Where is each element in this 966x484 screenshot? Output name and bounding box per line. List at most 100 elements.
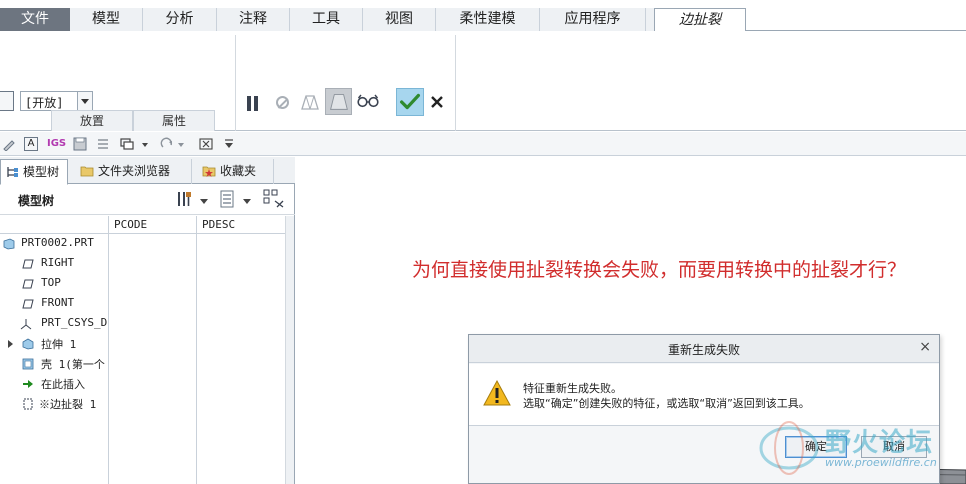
settings-tools-icon[interactable] [175,190,193,208]
question-annotation: 为何直接使用扯裂转换会失败，而要用转换中的扯裂才行？ [412,259,907,281]
column-header-pcode[interactable]: PCODE [114,218,147,231]
dialog-message-line1: 特征重新生成失败。 [523,382,622,395]
save-icon[interactable] [73,137,87,151]
dialog-title: 重新生成失败 [667,343,740,357]
navigator-tabs: 模型树 文件夹浏览器 收藏夹 [0,157,295,185]
dialog-titlebar[interactable]: 重新生成失败 × [469,335,939,363]
edge-rip-icon [23,398,33,410]
tree-item-extrude[interactable]: 拉伸 1 [0,334,108,354]
watermark-url: www.proewildfire.cn [825,456,937,469]
shell-icon [22,358,34,370]
tree-scrollbar[interactable] [285,216,294,484]
tab-view[interactable]: 视图 [363,8,436,31]
tree-item-label: TOP [41,276,61,289]
part-icon [3,238,15,250]
column-header-pdesc[interactable]: PDESC [202,218,235,231]
favorites-icon [202,166,216,177]
expand-arrow-icon[interactable] [5,338,17,350]
tree-item-insert-here[interactable]: 在此插入 [0,374,108,394]
column-divider[interactable] [196,216,197,484]
tab-folder-browser[interactable]: 文件夹浏览器 [76,159,192,184]
quick-access-toolbar: A IGS [0,132,966,156]
dialog-close-button[interactable]: × [919,339,931,355]
feature-preview-shape-icon [330,94,348,110]
tab-model[interactable]: 模型 [70,8,143,31]
tree-item-label: ※边扯裂 1 [39,398,97,411]
placement-tab[interactable]: 放置 [51,110,133,131]
customize-icon[interactable] [223,137,235,151]
tree-item-csys[interactable]: PRT_CSYS_DEF [0,314,108,334]
dialog-message-line2: 选取“确定”创建失败的特征，或选取“取消”返回到该工具。 [523,397,810,410]
cancel-feature-button[interactable] [429,91,445,111]
tab-annotate[interactable]: 注释 [217,8,290,31]
tab-analysis[interactable]: 分析 [143,8,217,31]
insert-here-icon [23,380,33,388]
tab-applications[interactable]: 应用程序 [540,8,646,31]
watermark-brand: 野火论坛 [825,428,934,458]
tab-flexible-modeling[interactable]: 柔性建模 [436,8,540,31]
folder-icon [80,166,94,177]
ribbon-panel: [开放] 放置 属性 [0,31,966,131]
text-icon[interactable]: A [24,137,38,151]
model-tree-icon [7,167,18,177]
chevron-down-icon[interactable] [200,194,208,204]
chevron-down-shape-icon [243,199,251,204]
close-icon [431,96,443,108]
ribbon-tab-bar: 文件 模型 分析 注释 工具 视图 柔性建模 应用程序 边扯裂 [0,0,966,32]
geometry-preview-icon[interactable] [300,93,320,111]
edge-select-button[interactable] [0,91,14,111]
verify-glasses-icon[interactable] [357,94,379,108]
close-window-icon[interactable] [199,137,213,151]
tree-item-edge-rip[interactable]: ※边扯裂 1 [0,394,108,414]
tree-item-part[interactable]: PRT0002.PRT [0,234,108,254]
forum-watermark: 野火论坛 www.proewildfire.cn [755,420,966,484]
chevron-down-icon[interactable] [243,194,251,204]
chevron-down-icon[interactable] [141,137,149,151]
tree-item-front[interactable]: FRONT [0,294,108,314]
group-divider [455,35,456,131]
regenerate-icon[interactable] [2,137,16,151]
model-tree-header: 模型树 [0,185,295,215]
tree-item-label: 拉伸 1 [41,338,77,351]
extrude-icon [22,338,34,350]
tab-favorites-label: 收藏夹 [220,164,257,178]
tab-edge-rip[interactable]: 边扯裂 [654,8,746,32]
properties-tab[interactable]: 属性 [133,110,215,131]
chevron-down-shape-icon [142,143,148,147]
chevron-down-icon[interactable] [77,92,92,110]
csys-icon [20,319,32,330]
igs-icon[interactable]: IGS [47,137,67,151]
checkmark-icon [400,93,420,110]
tab-model-tree-label: 模型树 [23,165,60,179]
tab-favorites[interactable]: 收藏夹 [198,159,274,184]
customize-arrow-icon [225,139,233,148]
tree-item-label: 在此插入 [41,378,85,391]
tree-columns-icon[interactable] [263,189,285,209]
tree-item-label: PRT0002.PRT [21,236,94,249]
model-tree-title: 模型树 [18,194,55,208]
tree-item-shell[interactable]: 壳 1(第一个 [0,354,108,374]
redo-icon[interactable] [160,137,174,151]
regen-manager-icon[interactable] [96,137,110,151]
chevron-down-shape-icon [200,199,208,204]
warning-icon [483,380,511,406]
no-preview-icon[interactable] [276,96,289,109]
navigator-panel: 模型树 文件夹浏览器 收藏夹 模型树 PCODE PDESC PRT0002.P… [0,157,295,484]
rip-type-select[interactable]: [开放] [20,91,93,111]
apply-ok-button[interactable] [396,88,424,116]
tab-model-tree[interactable]: 模型树 [0,159,68,185]
tree-item-top[interactable]: TOP [0,274,108,294]
chevron-down-icon[interactable] [177,137,185,151]
tab-folder-browser-label: 文件夹浏览器 [98,164,171,178]
feature-preview-icon[interactable] [325,88,352,115]
tree-item-right[interactable]: RIGHT [0,254,108,274]
pause-icon[interactable] [246,96,260,111]
tree-item-label: FRONT [41,296,75,309]
tab-tools[interactable]: 工具 [290,8,363,31]
datum-plane-icon [22,259,34,269]
show-filter-icon[interactable] [218,190,236,208]
window-icon[interactable] [120,137,134,151]
watermark-logo-icon [759,421,819,475]
column-divider[interactable] [108,216,109,484]
tab-file[interactable]: 文件 [0,8,70,31]
